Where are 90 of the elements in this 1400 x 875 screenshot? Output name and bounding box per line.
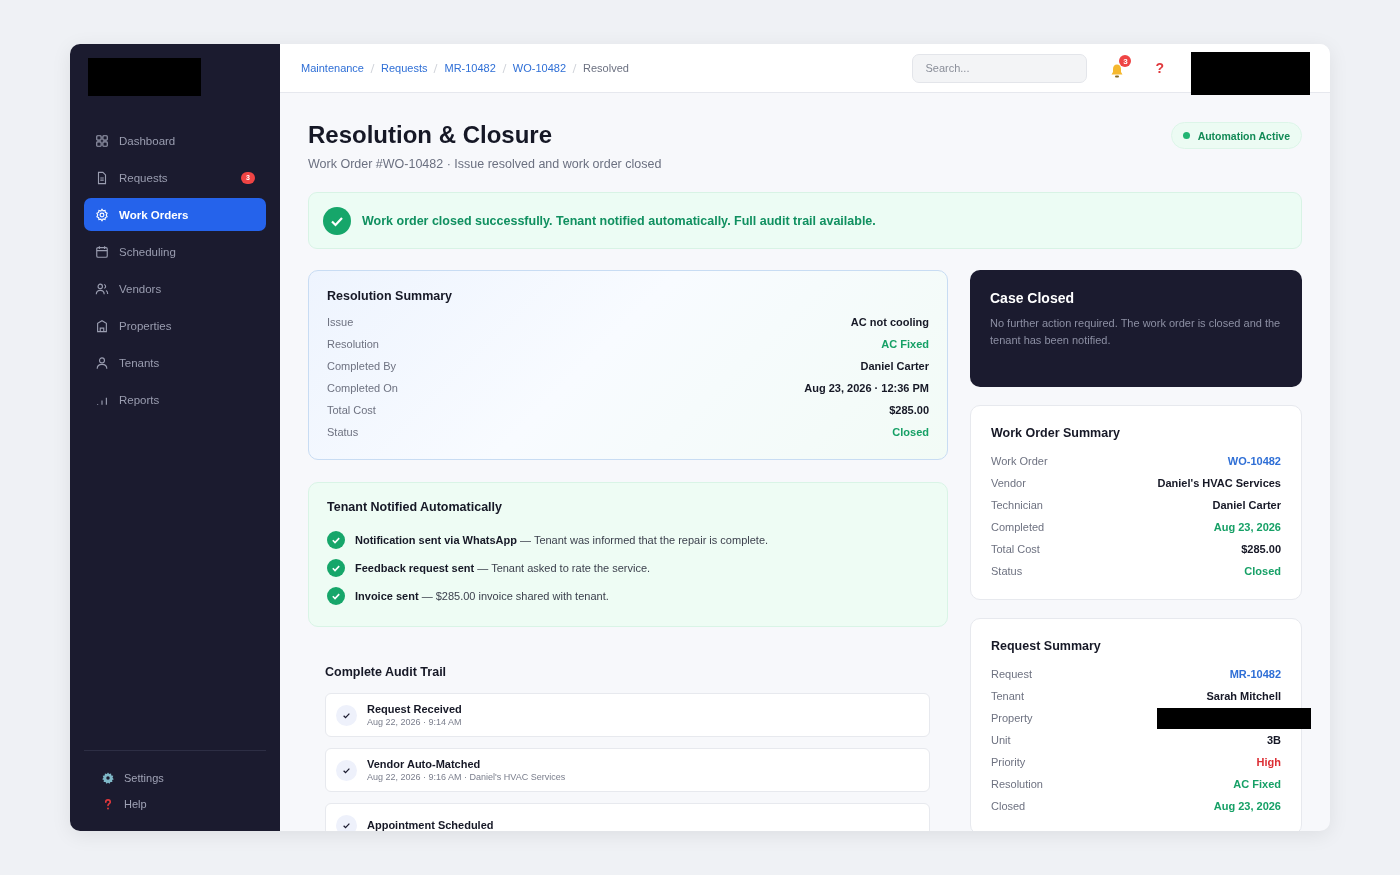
field-label: Priority <box>991 756 1026 768</box>
field-label: Issue <box>327 316 354 328</box>
field-label: Vendor <box>991 477 1026 489</box>
breadcrumb-link[interactable]: WO-10482 <box>512 62 567 74</box>
card-title: Work Order Summary <box>991 426 1121 440</box>
check-icon <box>327 587 345 605</box>
check-icon <box>336 759 357 781</box>
field-value: $285.00 <box>889 404 929 416</box>
check-icon <box>323 206 351 235</box>
field-label: Work Order <box>991 455 1048 467</box>
field-value: 3B <box>1266 734 1281 746</box>
field-value: Daniel's HVAC Services <box>1157 477 1281 489</box>
field-value: Sarah Mitchell <box>1206 690 1281 702</box>
field-value: Closed <box>892 426 929 438</box>
notification-text: Feedback request sent — Tenant asked to rate the service. <box>355 562 651 574</box>
field-label: Status <box>327 426 359 438</box>
user-icon <box>95 355 109 370</box>
card-title: Tenant Notified Automatically <box>327 500 503 514</box>
nav-item[interactable]: Vendors <box>84 272 266 305</box>
nav-item[interactable]: Scheduling <box>84 235 266 268</box>
card-title: Request Summary <box>991 639 1102 653</box>
field-value: AC Fixed <box>1233 778 1281 790</box>
building-icon <box>95 318 109 333</box>
event-title: Request Received <box>367 703 462 715</box>
nav-item[interactable]: Dashboard <box>84 124 266 157</box>
field-value: High <box>1256 756 1281 768</box>
status-pill: Automation Active <box>1170 122 1302 149</box>
notification-text: Notification sent via WhatsApp — Tenant was informed that the repair is complete. <box>355 534 769 546</box>
field-label: Technician <box>991 499 1043 511</box>
field-value: AC not cooling <box>850 316 929 328</box>
field-label: Closed <box>991 800 1026 812</box>
card-title: Resolution Summary <box>327 289 454 303</box>
nav-item[interactable]: Settings <box>102 769 266 787</box>
notifications-button[interactable]: 3 <box>1105 55 1132 81</box>
check-icon <box>336 814 357 831</box>
field-label: Request <box>991 668 1032 680</box>
field-label: Completed <box>991 521 1045 533</box>
field-value: MR-10482 <box>1229 668 1281 680</box>
card-title: Case Closed <box>990 290 1076 306</box>
help-icon <box>102 798 114 810</box>
check-icon <box>327 531 345 549</box>
search-field[interactable]: Search... <box>912 53 1088 83</box>
nav-item[interactable]: Tenants <box>84 346 266 379</box>
settings-icon <box>95 207 109 222</box>
field-value: AC Fixed <box>881 338 929 350</box>
breadcrumb-link[interactable]: Requests <box>381 62 428 74</box>
users-icon <box>95 281 109 296</box>
page-title: Resolution & Closure <box>308 121 554 149</box>
field-value: WO-10482 <box>1227 455 1281 467</box>
breadcrumb-link[interactable]: MR-10482 <box>444 62 496 74</box>
field-label: Total Cost <box>327 404 376 416</box>
field-label: Tenant <box>991 690 1025 702</box>
count-badge: 3 <box>1119 55 1132 67</box>
field-label: Completed By <box>327 360 397 372</box>
field-value: $285.00 <box>1241 543 1281 555</box>
card-text: No further action required. The work order is closed and the tenant has been notified. <box>990 316 1282 348</box>
field-value: Closed <box>1244 565 1281 577</box>
field-label: Resolution <box>991 778 1043 790</box>
breadcrumb-link[interactable]: Maintenance <box>301 62 364 74</box>
nav-item[interactable]: Work Orders <box>84 198 266 231</box>
field-value: Aug 23, 2026 · 12:36 PM <box>804 382 929 394</box>
notification-text: Invoice sent — $285.00 invoice shared with tenant. <box>355 590 609 602</box>
field-label: Unit <box>991 734 1011 746</box>
event-meta: Aug 22, 2026 · 9:16 AM · Daniel's HVAC Services <box>367 772 566 782</box>
field-label: Status <box>991 565 1023 577</box>
field-value: Daniel Carter <box>860 360 929 372</box>
nav-item[interactable]: Help <box>102 795 266 813</box>
breadcrumb-current: Resolved <box>583 62 629 74</box>
field-value: Aug 23, 2026 <box>1213 521 1281 533</box>
event-title: Appointment Scheduled <box>367 819 494 831</box>
field-label: Total Cost <box>991 543 1040 555</box>
nav-item[interactable]: Properties <box>84 309 266 342</box>
check-icon <box>336 704 357 726</box>
help-button[interactable]: ? <box>1155 60 1164 76</box>
field-label: Completed On <box>327 382 398 394</box>
calendar-icon <box>95 244 109 259</box>
banner-text: Work order closed successfully. Tenant notified automatically. Full audit trail available. <box>362 213 876 228</box>
page-subtitle: Work Order #WO-10482 · Issue resolved and work order closed <box>308 157 662 171</box>
section-title: Complete Audit Trail <box>325 665 448 679</box>
nav-item[interactable]: Reports <box>84 383 266 416</box>
field-label: Resolution <box>327 338 379 350</box>
field-value: Daniel Carter <box>1212 499 1281 511</box>
field-value: Aug 23, 2026 <box>1213 800 1281 812</box>
check-icon <box>327 559 345 577</box>
settings-icon <box>102 772 114 784</box>
grid-icon <box>95 133 109 148</box>
document-icon <box>95 170 109 185</box>
event-meta: Aug 22, 2026 · 9:14 AM <box>367 717 462 727</box>
event-title: Vendor Auto-Matched <box>367 758 482 770</box>
field-label: Property <box>991 712 1033 724</box>
